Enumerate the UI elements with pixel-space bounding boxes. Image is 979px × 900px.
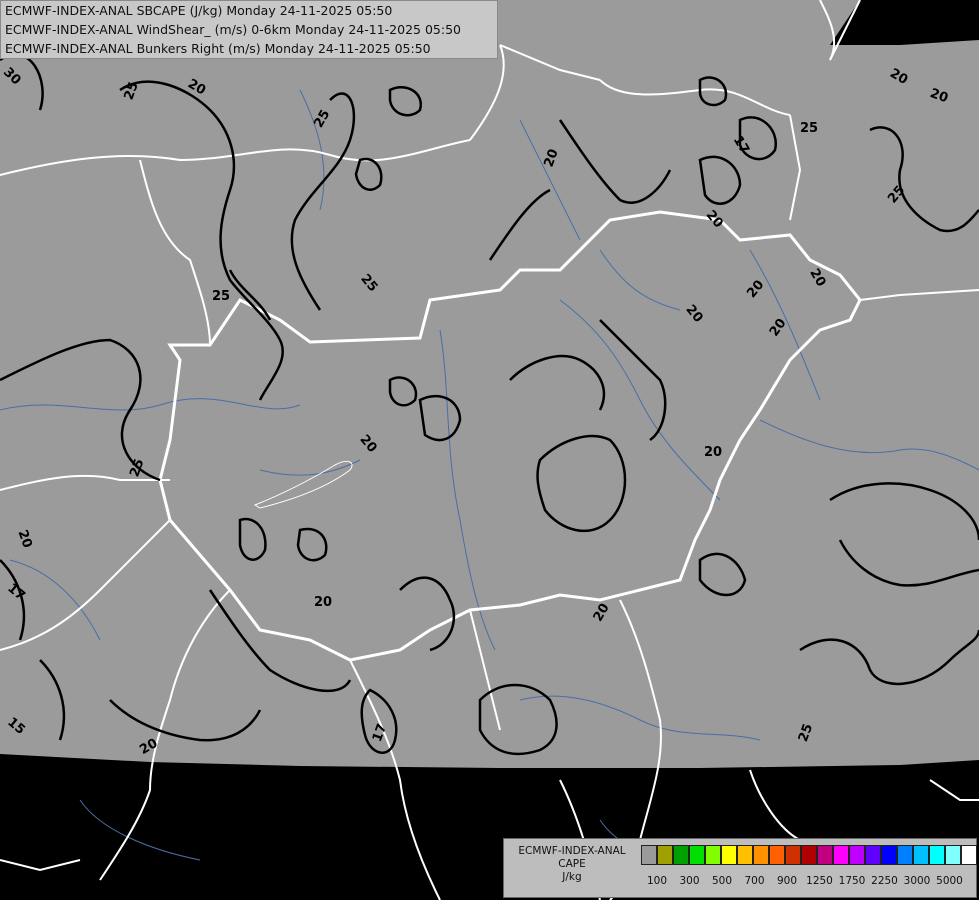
cape-legend: ECMWF-INDEX-ANAL CAPE J/kg 100 300 500 700 9… — [503, 838, 977, 898]
legend-swatch — [849, 845, 865, 865]
legend-ticks: 100 300 500 700 900 1250 1750 2250 3000 5000 — [641, 875, 971, 889]
data-domain — [0, 0, 979, 768]
legend-swatch — [801, 845, 817, 865]
legend-swatch — [945, 845, 961, 865]
legend-swatch — [897, 845, 913, 865]
legend-swatch — [737, 845, 753, 865]
legend-title-param: CAPE — [558, 858, 586, 870]
legend-swatch — [929, 845, 945, 865]
contour-label: 25 — [212, 289, 230, 304]
legend-tick-label: 100 — [646, 875, 668, 887]
legend-tick-label: 300 — [679, 875, 700, 887]
legend-swatch — [657, 845, 673, 865]
header-line-bunkers: ECMWF-INDEX-ANAL Bunkers Right (m/s) Mon… — [5, 41, 431, 56]
legend-tick-label: 1250 — [806, 875, 833, 887]
weather-map: 30 25 20 25 20 17 20 25 20 25 20 20 20 2… — [0, 0, 979, 900]
legend-tick-label: 1750 — [838, 875, 866, 887]
legend-swatch — [673, 845, 689, 865]
legend-color-bar — [641, 845, 977, 865]
legend-title-source: ECMWF-INDEX-ANAL — [518, 845, 626, 857]
legend-swatch — [689, 845, 705, 865]
legend-tick-label: 900 — [776, 875, 798, 887]
contour-label: 20 — [314, 595, 332, 610]
legend-tick-label: 2250 — [871, 875, 898, 887]
legend-swatch — [865, 845, 881, 865]
contour-label: 20 — [704, 445, 722, 460]
legend-tick-label: 5000 — [936, 875, 963, 887]
legend-title: ECMWF-INDEX-ANAL CAPE J/kg — [508, 845, 636, 884]
legend-tick-label: 3000 — [903, 875, 931, 887]
legend-swatch — [961, 845, 977, 865]
legend-swatch — [785, 845, 801, 865]
header-line-windshear: ECMWF-INDEX-ANAL WindShear_ (m/s) 0-6km … — [5, 22, 461, 37]
legend-swatch — [913, 845, 929, 865]
legend-tick-label: 500 — [711, 875, 733, 887]
legend-swatch — [769, 845, 785, 865]
legend-swatch — [881, 845, 897, 865]
legend-title-unit: J/kg — [562, 871, 582, 883]
legend-swatch — [641, 845, 657, 865]
contour-label: 25 — [800, 121, 818, 136]
legend-swatch — [817, 845, 833, 865]
map-header: ECMWF-INDEX-ANAL SBCAPE (J/kg) Monday 24… — [0, 0, 498, 59]
legend-swatch — [721, 845, 737, 865]
legend-swatch — [753, 845, 769, 865]
legend-tick-label: 700 — [744, 875, 765, 887]
legend-swatch — [833, 845, 849, 865]
header-line-cape: ECMWF-INDEX-ANAL SBCAPE (J/kg) Monday 24… — [5, 3, 393, 18]
legend-swatch — [705, 845, 721, 865]
